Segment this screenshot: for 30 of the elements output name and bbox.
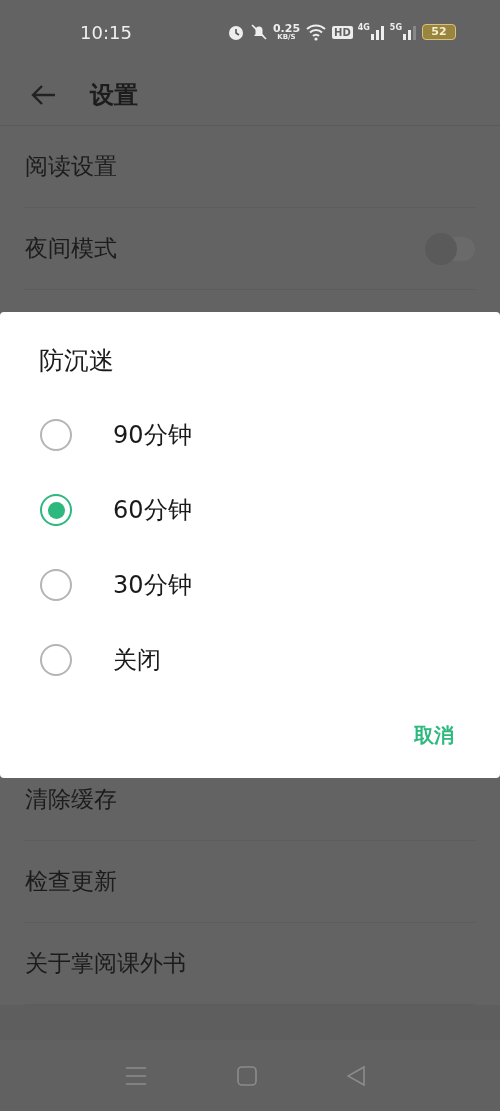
page-title: 设置 (90, 79, 138, 111)
dialog-title: 防沉迷 (39, 345, 114, 377)
option-label[interactable]: 关闭 (113, 642, 161, 678)
radio-button[interactable] (40, 494, 72, 526)
radio-button[interactable] (40, 569, 72, 601)
setting-label: 关于掌阅课外书 (25, 949, 186, 979)
alarm-icon (226, 23, 245, 41)
radio-button[interactable] (40, 644, 72, 676)
hd-badge: HD (332, 25, 353, 39)
option-label[interactable]: 90分钟 (113, 417, 192, 453)
muted-bell-icon (249, 23, 268, 41)
network-type: 5G (389, 24, 402, 32)
setting-label: 夜间模式 (25, 234, 117, 264)
wifi-icon (305, 23, 328, 41)
back-triangle-icon[interactable] (347, 1065, 365, 1086)
network-type: 4G (357, 24, 370, 32)
battery-indicator: 52 (422, 24, 456, 40)
network-speed: 0.25 (272, 23, 301, 34)
radio-button[interactable] (40, 419, 72, 451)
back-arrow-icon[interactable] (30, 83, 56, 106)
setting-label: 阅读设置 (25, 152, 117, 182)
setting-label: 清除缓存 (25, 785, 117, 815)
option-label[interactable]: 30分钟 (113, 567, 192, 603)
menu-icon[interactable] (125, 1065, 147, 1086)
status-time: 10:15 (80, 20, 132, 45)
home-square-icon[interactable] (237, 1065, 257, 1086)
signal-icon (370, 24, 385, 40)
option-label[interactable]: 60分钟 (113, 492, 192, 528)
setting-label: 检查更新 (25, 867, 117, 897)
signal-icon (403, 24, 417, 40)
